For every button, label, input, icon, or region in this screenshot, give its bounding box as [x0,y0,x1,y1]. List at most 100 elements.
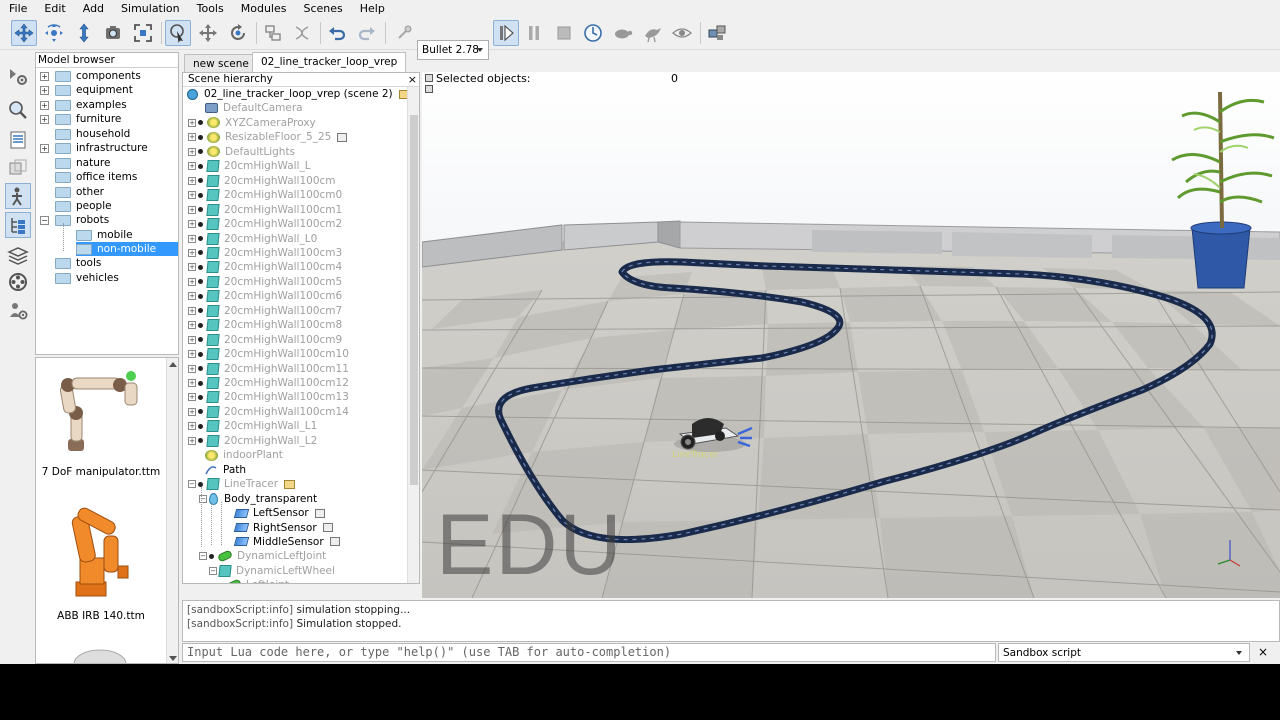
expand-icon[interactable]: + [188,176,196,185]
hierarchy-item[interactable]: +20cmHighWall100cm8 [188,318,342,332]
stop-simulation-icon[interactable] [551,20,577,46]
visibility-dot-icon[interactable] [198,322,203,328]
scroll-down-icon[interactable] [169,656,177,661]
real-time-icon[interactable] [580,20,606,46]
hierarchy-item[interactable]: − LineTracer [188,477,296,491]
shift-camera-icon[interactable] [71,20,97,46]
object-rotate-icon[interactable] [225,20,251,46]
visibility-dot-icon[interactable] [198,134,203,140]
model-folder-people[interactable]: people [55,199,112,213]
expand-icon[interactable]: + [188,133,196,142]
calculation-modules-icon[interactable] [5,97,31,123]
hierarchy-item[interactable]: +20cmHighWall100cm9 [188,333,342,347]
hierarchy-item[interactable]: Path [205,463,246,477]
move-camera-icon[interactable] [11,20,37,46]
menu-add[interactable]: Add [74,0,112,17]
expand-icon[interactable]: + [188,162,196,171]
menu-modules[interactable]: Modules [232,0,295,17]
menu-help[interactable]: Help [351,0,393,17]
rotate-camera-icon[interactable] [41,20,67,46]
expand-icon[interactable]: − [199,552,207,561]
hierarchy-item[interactable]: + DefaultLights [188,145,295,159]
visibility-dot-icon[interactable] [198,293,203,299]
hierarchy-item[interactable]: +20cmHighWall_L [188,159,311,173]
model-folder-household[interactable]: household [55,127,130,141]
model-folder-examples[interactable]: + examples [40,98,127,112]
visibility-dot-icon[interactable] [198,337,203,343]
visibility-dot-icon[interactable] [198,178,203,184]
view-toggle-icon[interactable] [425,85,433,93]
tab-new-scene[interactable]: new scene [184,54,258,73]
expand-icon[interactable]: + [188,306,196,315]
model-browser-toggle-icon[interactable] [5,183,31,209]
scene-viewport[interactable]: LineTracer Selected objects: 0 EDU [422,72,1280,598]
visibility-dot-icon[interactable] [198,192,203,198]
thumbnails-scrollbar[interactable] [166,358,178,663]
expand-icon[interactable]: + [188,191,196,200]
menu-edit[interactable]: Edit [35,0,73,17]
hierarchy-item[interactable]: +20cmHighWall100cm10 [188,347,349,361]
manipulator-thumbnail[interactable] [54,363,150,463]
hierarchy-item[interactable]: DefaultCamera [205,101,303,115]
expand-icon[interactable]: + [188,118,196,127]
visibility-dot-icon[interactable] [198,423,203,429]
model-folder-vehicles[interactable]: vehicles [55,271,119,285]
model-folder-furniture[interactable]: + furniture [40,112,121,126]
close-icon[interactable]: × [408,73,417,86]
visibility-dot-icon[interactable] [198,264,203,270]
expand-icon[interactable]: + [188,422,196,431]
hierarchy-item[interactable]: + XYZCameraProxy [188,116,316,130]
expand-icon[interactable]: + [40,71,49,81]
abb-robot-thumbnail[interactable] [58,502,148,602]
click-select-icon[interactable] [165,20,191,46]
visibility-dot-icon[interactable] [198,409,203,415]
visibility-dot-icon[interactable] [209,553,214,559]
visibility-dot-icon[interactable] [198,250,203,256]
data-icon[interactable] [337,132,348,142]
hierarchy-item[interactable]: +20cmHighWall_L2 [188,434,317,448]
fit-to-view-icon[interactable] [130,20,156,46]
expand-icon[interactable]: + [188,263,196,272]
menu-simulation[interactable]: Simulation [112,0,188,17]
visibility-dot-icon[interactable] [198,351,203,357]
hierarchy-item[interactable]: +20cmHighWall100cm7 [188,304,342,318]
expand-icon[interactable]: + [40,114,49,124]
slow-down-icon[interactable] [610,20,636,46]
expand-icon[interactable]: + [188,277,196,286]
hierarchy-item[interactable]: +20cmHighWall100cm5 [188,275,342,289]
hierarchy-item[interactable]: +20cmHighWall100cm2 [188,217,342,231]
script-selector[interactable]: Sandbox script [998,643,1250,662]
video-recorder-icon[interactable] [5,269,31,295]
hierarchy-scrollbar[interactable] [407,87,419,583]
visibility-dot-icon[interactable] [198,120,203,126]
visibility-dot-icon[interactable] [198,279,203,285]
lua-command-input[interactable]: Input Lua code here, or type "help()" (u… [182,643,996,662]
simulation-settings-icon[interactable] [5,63,31,89]
expand-icon[interactable]: + [188,234,196,243]
expand-icon[interactable]: + [40,100,49,110]
collections-icon[interactable] [5,155,31,181]
page-selector-icon[interactable] [704,20,730,46]
expand-icon[interactable]: − [188,480,196,489]
data-icon[interactable] [314,508,325,518]
collapse-icon[interactable]: − [40,215,49,225]
script-icon[interactable] [284,479,296,489]
hierarchy-item[interactable]: − DynamicLeftJoint [199,549,326,563]
hierarchy-item[interactable]: +20cmHighWall100cm [188,174,336,188]
hierarchy-horizontal-scrollbar[interactable] [182,584,420,597]
expand-icon[interactable]: + [40,143,49,153]
model-folder-non-mobile[interactable]: non-mobile [76,242,178,256]
physics-engine-select[interactable]: Bullet 2.78 [417,40,489,60]
expand-icon[interactable]: + [188,436,196,445]
hierarchy-item[interactable]: − Body_transparent [199,492,317,506]
visibility-dot-icon[interactable] [198,149,203,155]
hierarchy-item[interactable]: +20cmHighWall100cm0 [188,188,342,202]
tab-line-tracker-scene[interactable]: 02_line_tracker_loop_vrep [252,52,407,73]
visibility-dot-icon[interactable] [198,481,203,487]
close-icon[interactable]: × [1255,645,1271,661]
layers-icon[interactable] [5,242,31,268]
menu-scenes[interactable]: Scenes [294,0,350,17]
expand-icon[interactable]: + [188,248,196,257]
expand-icon[interactable]: + [188,407,196,416]
assemble-icon[interactable] [260,20,286,46]
